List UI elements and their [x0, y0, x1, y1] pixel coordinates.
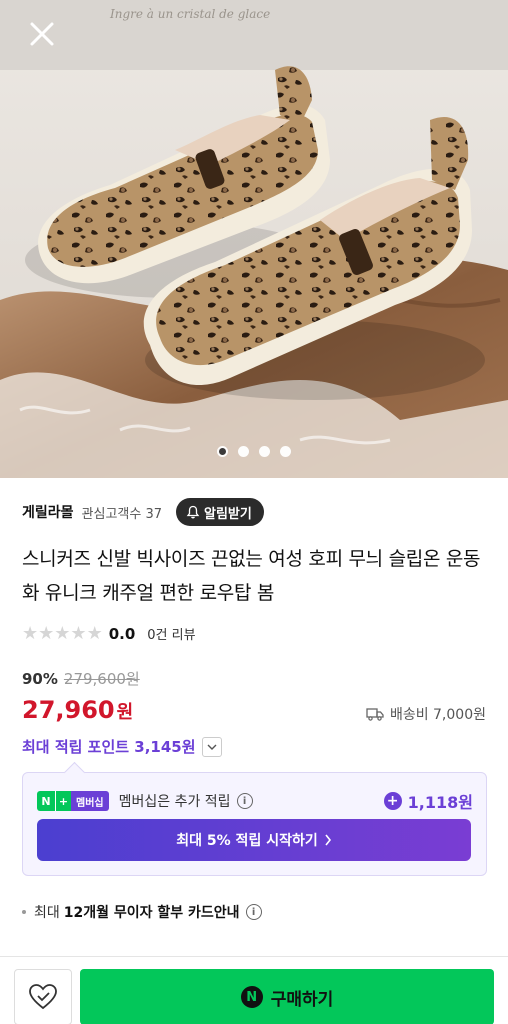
buy-button[interactable]: N 구매하기 — [80, 969, 494, 1024]
membership-points: + 1,118원 — [383, 789, 473, 813]
carousel-indicator — [0, 446, 508, 457]
carousel-dot[interactable] — [280, 446, 291, 457]
sale-price: 27,960 원 — [22, 696, 133, 724]
chevron-down-icon[interactable] — [201, 736, 222, 757]
info-icon[interactable]: i — [236, 793, 253, 809]
product-photo: Ingre à un cristal de glace — [0, 0, 508, 478]
membership-text: 멤버십은 추가 적립 — [118, 794, 231, 810]
max-points-label: 최대 적립 포인트 3,145원 — [22, 738, 196, 756]
original-price: 279,600원 — [63, 670, 140, 688]
chevron-right-icon — [325, 834, 331, 846]
naver-pay-icon: N — [240, 986, 263, 1008]
star-icon: ★ — [70, 622, 87, 644]
star-icon: ★ — [86, 622, 103, 644]
shipping-info: 배송비 7,000원 — [366, 704, 486, 724]
plus-icon: + — [55, 791, 71, 811]
svg-text:Ingre à un cristal de glace: Ingre à un cristal de glace — [109, 7, 270, 21]
price-discount-row: 90% 279,600원 — [22, 668, 140, 689]
star-icon: ★ — [54, 622, 71, 644]
membership-row: N + 멤버십 멤버십은 추가 적립 i + 1,118원 — [37, 789, 473, 813]
review-count[interactable]: 0건 리뷰 — [147, 624, 195, 643]
shipping-fee: 배송비 7,000원 — [389, 707, 486, 723]
discount-rate: 90% — [22, 669, 58, 688]
max-points-row[interactable]: 최대 적립 포인트 3,145원 — [22, 736, 222, 757]
naver-plus-badge: N + 멤버십 — [37, 791, 109, 811]
carousel-dot[interactable] — [217, 446, 228, 457]
bullet-icon — [22, 910, 26, 914]
rating-row[interactable]: ★ ★ ★ ★ ★ 0.0 0건 리뷰 — [22, 624, 196, 643]
naver-n-icon: N — [37, 791, 55, 811]
close-icon[interactable] — [24, 16, 60, 52]
carousel-dot[interactable] — [259, 446, 270, 457]
buy-label: 구매하기 — [270, 989, 334, 1010]
membership-badge-label: 멤버십 — [71, 791, 109, 811]
alarm-button[interactable]: 알림받기 — [176, 498, 264, 526]
star-icon: ★ — [22, 622, 39, 644]
alarm-label: 알림받기 — [204, 506, 252, 522]
plus-circle-icon: + — [383, 792, 402, 810]
follower-count: 관심고객수 37 — [81, 506, 163, 522]
seller-row: 게릴라몰 관심고객수 37 알림받기 — [22, 498, 264, 526]
truck-icon — [366, 708, 384, 721]
heart-check-icon — [29, 984, 57, 1010]
start-membership-label: 최대 5% 적립 시작하기 — [176, 833, 318, 849]
installment-text: 12개월 무이자 할부 카드안내 — [63, 905, 240, 921]
star-icon: ★ — [38, 622, 55, 644]
info-icon[interactable]: i — [245, 904, 262, 920]
wishlist-button[interactable] — [14, 969, 72, 1024]
carousel-dot[interactable] — [238, 446, 249, 457]
sale-price-number: 27,960 — [22, 696, 115, 724]
membership-points-value: 1,118원 — [407, 793, 473, 812]
seller-name[interactable]: 게릴라몰 — [22, 502, 74, 522]
bell-plus-icon — [186, 505, 200, 519]
rating-score: 0.0 — [108, 624, 136, 643]
installment-prefix: 최대 — [34, 905, 60, 921]
product-title: 스니커즈 신발 빅사이즈 끈없는 여성 호피 무늬 슬립온 운동화 유니크 캐주… — [22, 548, 481, 604]
bottom-action-bar: N 구매하기 — [0, 956, 508, 1024]
star-rating: ★ ★ ★ ★ ★ — [22, 622, 103, 644]
installment-info[interactable]: 최대 12개월 무이자 할부 카드안내 i — [22, 902, 262, 922]
product-image-carousel[interactable]: Ingre à un cristal de glace — [0, 0, 508, 478]
sale-price-unit: 원 — [116, 702, 134, 723]
membership-panel: N + 멤버십 멤버십은 추가 적립 i + 1,118원 최대 5% 적립 시… — [22, 772, 487, 876]
start-membership-button[interactable]: 최대 5% 적립 시작하기 — [37, 819, 471, 861]
